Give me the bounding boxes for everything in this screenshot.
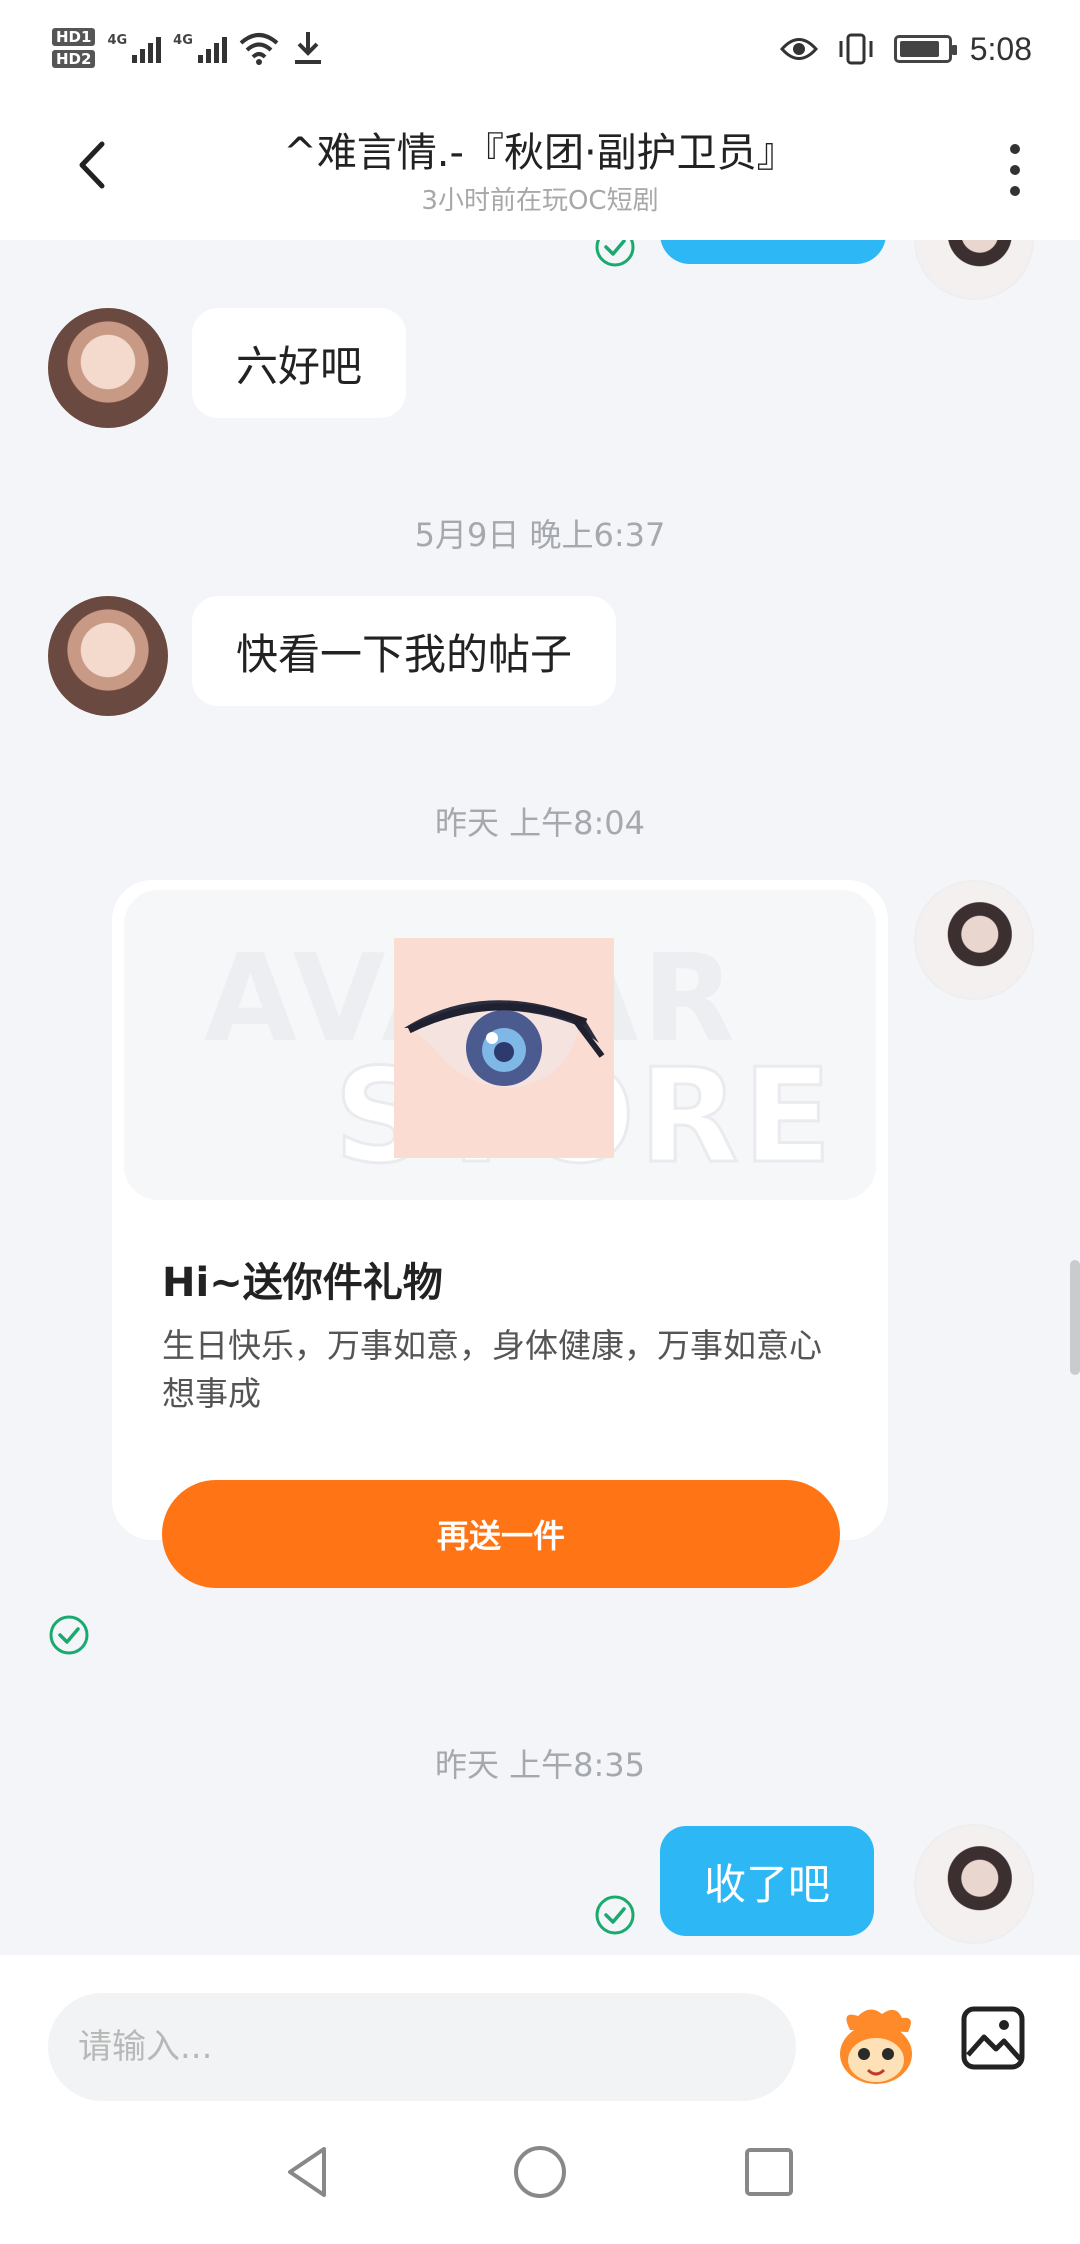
signal-label-2: 4G xyxy=(173,33,193,48)
message-list[interactable]: 六好吧 5月9日 晚上6:37 快看一下我的帖子 昨天 上午8:04 AVATA… xyxy=(0,240,1080,1955)
gift-eye-image xyxy=(394,938,614,1158)
more-vertical-icon[interactable] xyxy=(1000,140,1030,200)
image-icon[interactable] xyxy=(958,2003,1028,2073)
eye-icon xyxy=(779,38,818,60)
message-bubble[interactable]: 收了吧 xyxy=(660,1826,875,1936)
hd-badge-2: HD2 xyxy=(52,50,96,68)
signal-label-1: 4G xyxy=(107,33,128,48)
system-nav-bar xyxy=(0,2105,1080,2244)
gift-image: AVATAR STORE xyxy=(124,890,876,1200)
recents-square-icon[interactable] xyxy=(734,2137,804,2207)
read-check-icon xyxy=(49,1615,89,1655)
message-timestamp: 昨天 上午8:04 xyxy=(434,804,646,842)
gift-description: 生日快乐，万事如意，身体健康，万事如意心想事成 xyxy=(162,1326,822,1413)
status-right: 5:08 xyxy=(779,24,1032,74)
partial-bubble xyxy=(660,240,886,264)
gift-title: Hi~送你件礼物 xyxy=(162,1260,443,1306)
my-avatar[interactable] xyxy=(914,880,1034,1000)
chat-title: ^难言情.-『秋团·副护卫员』 xyxy=(283,130,797,176)
eye-illustration xyxy=(404,1000,605,1088)
status-bar: HD1 HD2 4G 4G 5:08 xyxy=(0,0,1080,100)
chat-header: ^难言情.-『秋团·副护卫员』 3小时前在玩OC短剧 xyxy=(0,100,1080,240)
message-bubble[interactable]: 六好吧 xyxy=(192,308,407,418)
mascot-emoji-icon[interactable] xyxy=(830,2000,922,2092)
message-input[interactable] xyxy=(48,1993,796,2101)
contact-avatar[interactable] xyxy=(48,308,168,428)
hd-badge-1: HD1 xyxy=(52,28,96,46)
input-bar xyxy=(0,1955,1080,2105)
my-avatar[interactable] xyxy=(914,240,1034,300)
download-icon xyxy=(294,32,321,64)
status-left: HD1 HD2 4G 4G xyxy=(52,18,325,78)
back-triangle-icon[interactable] xyxy=(272,2137,342,2207)
send-again-button[interactable]: 再送一件 xyxy=(162,1480,840,1588)
message-timestamp: 5月9日 晚上6:37 xyxy=(414,516,666,554)
signal-icon-1: 4G xyxy=(107,33,162,63)
vibrate-icon xyxy=(839,33,873,65)
read-check-icon xyxy=(595,1895,635,1935)
contact-avatar[interactable] xyxy=(48,596,168,716)
status-time: 5:08 xyxy=(969,30,1032,67)
back-chevron-icon[interactable] xyxy=(60,130,130,200)
hd-badges: HD1 HD2 xyxy=(52,28,96,68)
wifi-icon xyxy=(239,33,279,65)
gift-card[interactable]: AVATAR STORE Hi~送你件礼物 生日快乐，万事 xyxy=(112,880,888,1588)
my-avatar[interactable] xyxy=(914,1824,1034,1944)
message-timestamp: 昨天 上午8:35 xyxy=(434,1746,646,1784)
chat-subtitle: 3小时前在玩OC短剧 xyxy=(421,186,659,216)
battery-icon xyxy=(893,35,957,63)
signal-icon-2: 4G xyxy=(173,33,227,63)
home-circle-icon[interactable] xyxy=(505,2137,575,2207)
scrollbar-thumb[interactable] xyxy=(1070,1260,1080,1375)
message-bubble[interactable]: 快看一下我的帖子 xyxy=(192,596,617,706)
read-check-icon xyxy=(595,240,635,267)
